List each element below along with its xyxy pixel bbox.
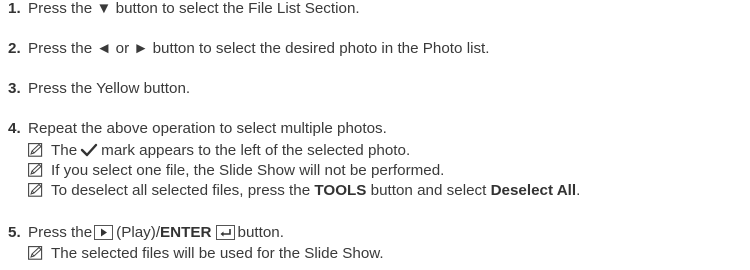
enter-key-icon (215, 225, 235, 240)
step-text-after: button. (237, 224, 284, 241)
note-text-before: The (51, 142, 78, 159)
step-4: 4. Repeat the above operation to select m… (8, 120, 387, 138)
step-number: 4. (8, 120, 21, 137)
enter-label: ENTER (160, 224, 212, 241)
play-key-icon (94, 225, 114, 240)
step-2: 2. Press the ◄ or ► button to select the … (8, 40, 489, 58)
note-text: The selected files will be used for the … (51, 245, 384, 262)
note-slideshow: The selected files will be used for the … (28, 245, 384, 263)
step-text-before: Press the (28, 224, 93, 241)
note-text-after: mark appears to the left of the selected… (101, 142, 411, 159)
note-deselect: To deselect all selected files, press th… (28, 182, 580, 200)
step-text: Repeat the above operation to select mul… (28, 120, 387, 137)
note-text-before: To deselect all selected files, press th… (51, 182, 315, 199)
step-3: 3. Press the Yellow button. (8, 80, 190, 98)
note-pencil-icon (28, 246, 44, 260)
note-text-middle: button and select (366, 182, 491, 199)
step-number: 1. (8, 0, 21, 17)
play-label: (Play)/ (116, 224, 161, 241)
step-number: 3. (8, 80, 21, 97)
instruction-document: 1. Press the ▼ button to select the File … (0, 0, 750, 270)
step-1: 1. Press the ▼ button to select the File … (8, 0, 360, 18)
note-one-file: If you select one file, the Slide Show w… (28, 162, 444, 180)
tools-label: TOOLS (314, 182, 367, 199)
note-pencil-icon (28, 163, 44, 177)
step-text: Press the ▼ button to select the File Li… (28, 0, 360, 17)
note-pencil-icon (28, 183, 44, 197)
step-number: 5. (8, 224, 21, 241)
step-number: 2. (8, 40, 21, 57)
note-checkmark: The mark appears to the left of the sele… (28, 142, 410, 160)
note-text: If you select one file, the Slide Show w… (51, 162, 445, 179)
note-text-end: . (576, 182, 581, 199)
note-pencil-icon (28, 143, 44, 157)
checkmark-icon (80, 143, 98, 157)
deselect-all-label: Deselect All (490, 182, 577, 199)
step-5: 5. Press the (Play)/ENTER button. (8, 224, 284, 242)
step-text: Press the Yellow button. (28, 80, 191, 97)
step-text: Press the ◄ or ► button to select the de… (28, 40, 490, 57)
